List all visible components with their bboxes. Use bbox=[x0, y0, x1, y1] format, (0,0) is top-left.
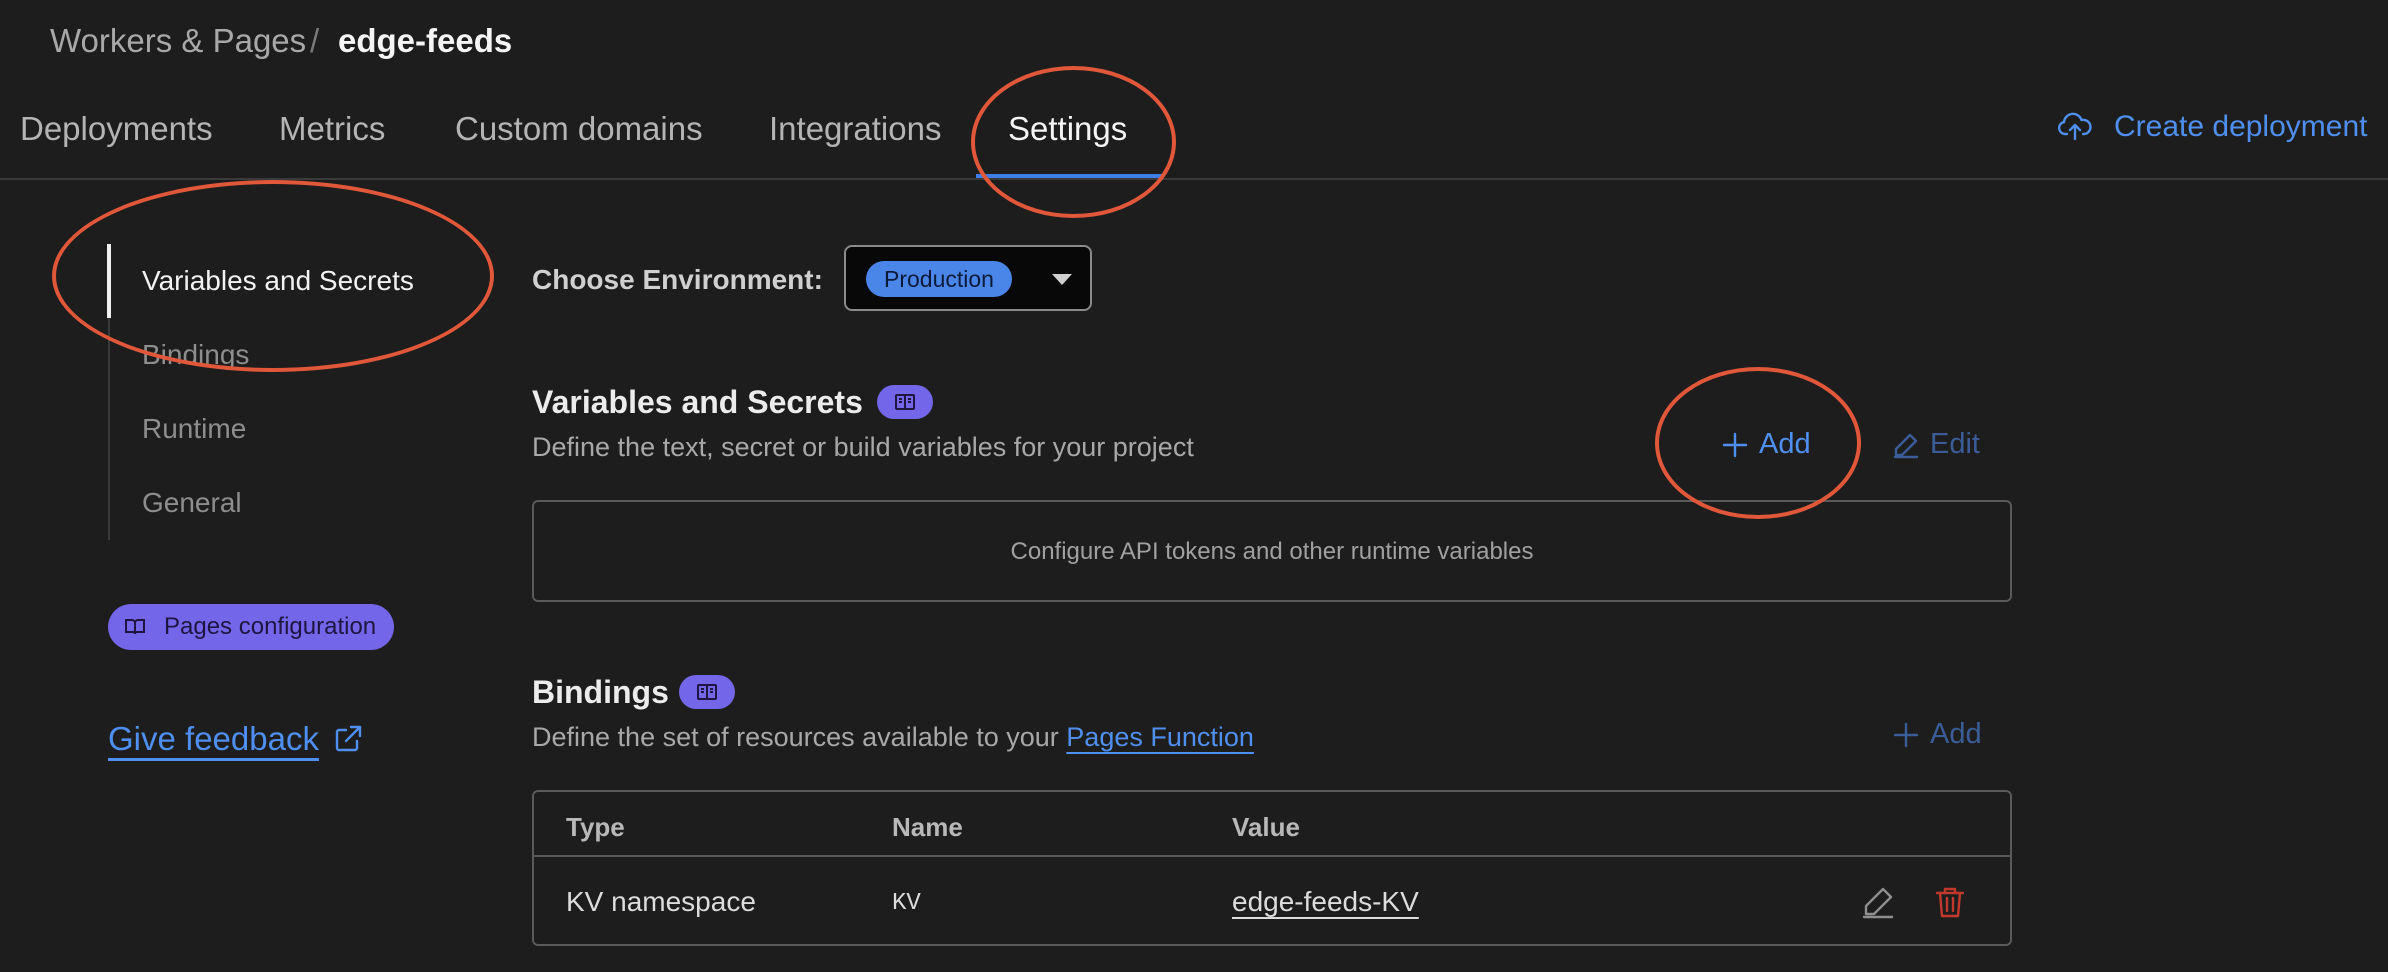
breadcrumb-parent-link[interactable]: Workers & Pages bbox=[50, 22, 306, 60]
variables-section-title: Variables and Secrets bbox=[532, 384, 863, 420]
binding-value-link[interactable]: edge-feeds-KV bbox=[1232, 886, 1419, 918]
variables-docs-badge[interactable] bbox=[877, 385, 933, 419]
bindings-table: Type Name Value KV namespace KV edge-fee… bbox=[532, 790, 2012, 946]
book-icon bbox=[125, 619, 145, 635]
bindings-description-text: Define the set of resources available to… bbox=[532, 722, 1067, 752]
create-deployment-label: Create deployment bbox=[2114, 110, 2368, 143]
variables-empty-state: Configure API tokens and other runtime v… bbox=[532, 500, 2012, 602]
give-feedback-link[interactable]: Give feedback bbox=[108, 720, 363, 758]
add-variable-button[interactable]: Add bbox=[1721, 428, 1811, 461]
sidebar-item-variables-and-secrets[interactable]: Variables and Secrets bbox=[142, 265, 414, 297]
variables-empty-text: Configure API tokens and other runtime v… bbox=[1010, 538, 1534, 565]
tabs-divider bbox=[0, 178, 2388, 180]
tab-metrics[interactable]: Metrics bbox=[279, 110, 385, 148]
add-binding-button[interactable]: Add bbox=[1892, 718, 1982, 751]
edit-variables-label: Edit bbox=[1930, 428, 1980, 460]
environment-select[interactable]: Production bbox=[844, 245, 1092, 311]
pages-function-link[interactable]: Pages Function bbox=[1066, 722, 1254, 752]
bindings-section-title: Bindings bbox=[532, 674, 669, 710]
variables-section-description: Define the text, secret or build variabl… bbox=[532, 432, 1194, 462]
tab-deployments[interactable]: Deployments bbox=[20, 110, 213, 148]
environment-label: Choose Environment: bbox=[532, 264, 823, 295]
edit-variables-button[interactable]: Edit bbox=[1892, 428, 1980, 461]
binding-name-cell: KV bbox=[892, 890, 921, 917]
pencil-icon bbox=[1893, 433, 1919, 458]
sidebar-item-general[interactable]: General bbox=[142, 487, 242, 519]
plus-icon bbox=[1722, 432, 1748, 457]
column-header-type: Type bbox=[566, 812, 625, 842]
add-binding-label: Add bbox=[1930, 718, 1982, 750]
pencil-icon[interactable] bbox=[1860, 884, 1896, 920]
binding-type-cell: KV namespace bbox=[566, 886, 756, 917]
sidebar-item-runtime[interactable]: Runtime bbox=[142, 413, 246, 445]
breadcrumb-current: edge-feeds bbox=[338, 22, 513, 59]
create-deployment-button[interactable]: Create deployment bbox=[2058, 110, 2367, 144]
book-icon bbox=[895, 394, 915, 410]
cloud-upload-icon bbox=[2058, 112, 2092, 141]
column-header-name: Name bbox=[892, 812, 963, 842]
column-header-value: Value bbox=[1232, 812, 1300, 842]
give-feedback-label: Give feedback bbox=[108, 720, 319, 757]
environment-selected-badge: Production bbox=[866, 261, 1012, 297]
table-header-divider bbox=[534, 855, 2010, 857]
bindings-docs-badge[interactable] bbox=[679, 675, 735, 709]
external-link-icon bbox=[335, 725, 362, 752]
pages-configuration-button[interactable]: Pages configuration bbox=[108, 604, 395, 650]
chevron-down-icon bbox=[1052, 274, 1072, 285]
tab-settings[interactable]: Settings bbox=[1008, 110, 1127, 148]
breadcrumb-separator: / bbox=[310, 22, 320, 59]
book-icon bbox=[697, 684, 717, 700]
trash-icon[interactable] bbox=[1932, 884, 1968, 920]
tab-integrations[interactable]: Integrations bbox=[769, 110, 941, 148]
add-variable-label: Add bbox=[1759, 428, 1811, 460]
sidebar-active-indicator bbox=[107, 244, 111, 318]
plus-icon bbox=[1893, 722, 1919, 747]
sidebar-item-bindings[interactable]: Bindings bbox=[142, 339, 249, 371]
pages-configuration-label: Pages configuration bbox=[164, 613, 377, 640]
bindings-section-description: Define the set of resources available to… bbox=[532, 722, 1254, 753]
tab-custom-domains[interactable]: Custom domains bbox=[455, 110, 703, 148]
